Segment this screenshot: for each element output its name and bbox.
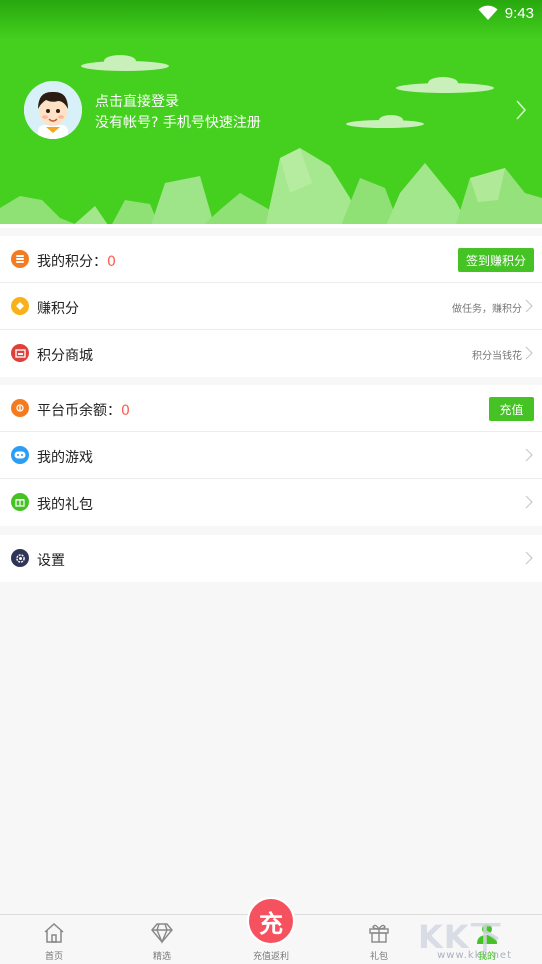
chevron-right-icon [525, 551, 533, 565]
chevron-right-icon [525, 346, 533, 360]
recharge-button[interactable]: 充值 [489, 397, 534, 421]
coin-stack-icon [11, 250, 29, 268]
cloud-decoration [396, 77, 494, 93]
watermark: KK下载 www.kkx.net [418, 912, 538, 962]
earn-points-row[interactable]: 赚积分 做任务，赚积分 [0, 283, 542, 330]
balance-section: 平台币余额：0 充值 我的游戏 我的礼包 [0, 385, 542, 526]
cloud-decoration [346, 115, 424, 128]
my-points-row: 我的积分：0 签到赚积分 [0, 236, 542, 283]
settings-label: 设置 [37, 553, 65, 569]
shop-icon [11, 344, 29, 362]
gift-icon [369, 924, 389, 943]
points-section: 我的积分：0 签到赚积分 赚积分 做任务，赚积分 积分商城 积分当钱花 [0, 236, 542, 377]
watermark-url: www.kkx.net [437, 950, 512, 961]
chevron-right-icon [525, 448, 533, 462]
chevron-right-icon[interactable] [516, 100, 526, 120]
my-gifts-row[interactable]: 我的礼包 [0, 479, 542, 526]
mountains-decoration [0, 148, 542, 228]
balance-value: 0 [121, 403, 130, 419]
wifi-icon [478, 5, 498, 20]
nav-home[interactable]: 首页 [0, 915, 108, 964]
my-gifts-label: 我的礼包 [37, 497, 93, 513]
points-mall-hint: 积分当钱花 [472, 351, 522, 362]
platform-coin-icon [11, 399, 29, 417]
chevron-right-icon [525, 299, 533, 313]
avatar-boy-icon [24, 81, 82, 139]
nav-featured-label: 精选 [152, 952, 171, 962]
nav-gifts[interactable]: 礼包 [325, 915, 433, 964]
status-bar: 9:43 [0, 0, 542, 28]
gamepad-icon [11, 446, 29, 464]
nav-gifts-label: 礼包 [369, 952, 388, 962]
earn-points-hint: 做任务，赚积分 [452, 304, 522, 315]
my-games-row[interactable]: 我的游戏 [0, 432, 542, 479]
my-games-label: 我的游戏 [37, 450, 93, 466]
my-points-label: 我的积分：0 [37, 254, 116, 270]
diamond-icon [151, 923, 173, 944]
diamond-coin-icon [11, 297, 29, 315]
gear-icon [11, 549, 29, 567]
balance-row: 平台币余额：0 充值 [0, 385, 542, 432]
nav-recharge-label: 充值返利 [252, 952, 289, 962]
register-link[interactable]: 没有帐号? 手机号快速注册 [95, 112, 261, 132]
avatar[interactable] [24, 81, 82, 139]
profile-header: 9:43 点击直接登录 没有帐号? 手机号快速注册 [0, 0, 542, 228]
chevron-right-icon [525, 495, 533, 509]
settings-section: 设置 [0, 535, 542, 582]
my-points-value: 0 [107, 254, 116, 270]
home-icon [44, 922, 64, 943]
points-mall-label: 积分商城 [37, 348, 93, 364]
settings-row[interactable]: 设置 [0, 535, 542, 582]
points-mall-row[interactable]: 积分商城 积分当钱花 [0, 330, 542, 377]
status-time: 9:43 [504, 5, 534, 22]
cloud-decoration [81, 55, 169, 71]
nav-home-label: 首页 [44, 952, 63, 962]
earn-points-label: 赚积分 [37, 301, 79, 317]
balance-label: 平台币余额：0 [37, 403, 130, 419]
recharge-rebate-button[interactable]: 充 [247, 897, 295, 945]
login-title[interactable]: 点击直接登录 [95, 91, 179, 111]
gift-icon [11, 493, 29, 511]
signin-earn-points-button[interactable]: 签到赚积分 [457, 248, 534, 272]
nav-featured[interactable]: 精选 [108, 915, 216, 964]
